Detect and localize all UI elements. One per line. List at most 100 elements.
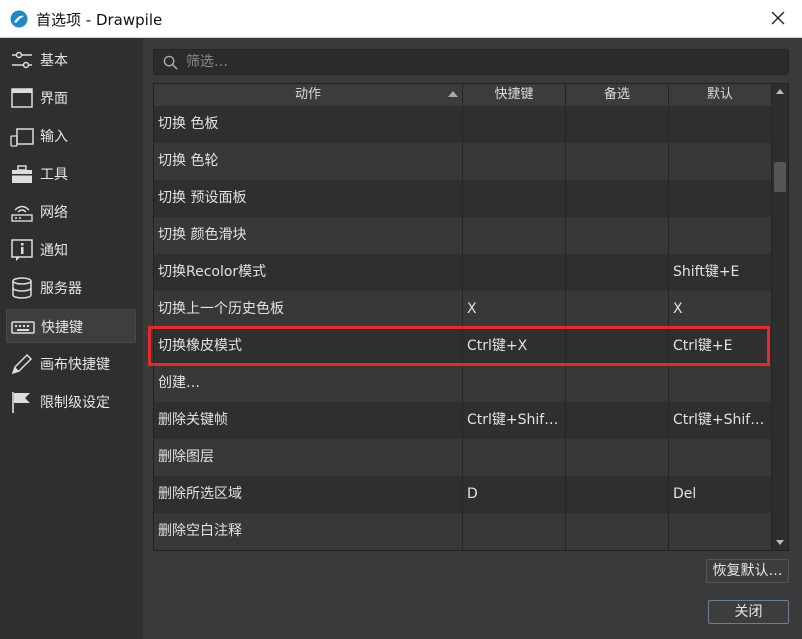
cell-default: X [669,291,772,328]
sidebar-item-label: 工具 [40,167,68,183]
sidebar-item-label: 通知 [40,243,68,259]
scroll-up-arrow-icon[interactable] [772,84,788,100]
search-icon [163,55,178,70]
sidebar-item-label: 服务器 [40,281,82,297]
table-row[interactable]: 删除关键帧 Ctrl键+Shif… Ctrl键+Shif… [154,402,772,439]
column-header-label: 动作 [294,87,321,102]
cell-shortcut: D [463,476,566,513]
table-row[interactable]: 删除所选区域 D Del [154,476,772,513]
sidebar-item-label: 限制级设定 [40,395,110,411]
filter-box [153,49,789,75]
sidebar-item-input[interactable]: 输入 [6,119,136,153]
scrollbar-thumb[interactable] [774,162,786,192]
toolbox-icon [12,165,32,183]
sidebar-item-label: 快捷键 [41,320,83,336]
table-row[interactable]: 切换Recolor模式 Shift键+E [154,254,772,291]
column-header-shortcut[interactable]: 快捷键 [463,84,566,106]
cell-shortcut [463,106,566,143]
cell-alternate [566,365,669,402]
column-header-default[interactable]: 默认 [669,84,772,106]
cell-shortcut [463,254,566,291]
cell-action: 创建… [154,365,463,402]
keyboard-icon [11,321,35,334]
cell-alternate [566,439,669,476]
table-row[interactable]: 切换 色轮 [154,143,772,180]
sidebar-item-tools[interactable]: 工具 [6,157,136,191]
table-row[interactable]: 切换 颜色滑块 [154,217,772,254]
cell-alternate [566,180,669,217]
sidebar-item-general[interactable]: 基本 [6,43,136,77]
cell-alternate [566,254,669,291]
sidebar-item-servers[interactable]: 服务器 [6,271,136,305]
cell-alternate [566,291,669,328]
cell-default: Shift键+E [669,254,772,291]
table-row[interactable]: 删除图层 [154,439,772,476]
cell-default: Ctrl键+Shif… [669,402,772,439]
cell-action: 切换 色板 [154,106,463,143]
cell-action: 切换Recolor模式 [154,254,463,291]
cell-alternate [566,476,669,513]
table-header: 动作 快捷键 备选 默认 [154,84,772,107]
sidebar-item-notifications[interactable]: 通知 [6,233,136,267]
cell-shortcut: X [463,291,566,328]
cell-alternate [566,106,669,143]
close-window-icon[interactable] [768,8,788,28]
cell-shortcut: Ctrl键+Shif… [463,402,566,439]
sidebar-item-parental-controls[interactable]: 限制级设定 [6,385,136,419]
preferences-main-panel: 动作 快捷键 备选 默认 切换 色板切换 色轮切换 预设面板切换 颜色滑块切换R… [143,38,802,639]
shortcuts-table: 动作 快捷键 备选 默认 切换 色板 切换 色轮 切换 预设面板 切换 颜色滑块 切换R… [153,83,789,551]
info-icon [11,239,33,261]
sidebar-item-interface[interactable]: 界面 [6,81,136,115]
table-row[interactable]: 切换 预设面板 [154,180,772,217]
scroll-down-arrow-icon[interactable] [772,534,788,550]
cell-alternate [566,217,669,254]
cell-alternate [566,328,669,365]
sidebar-item-network[interactable]: 网络 [6,195,136,229]
table-row[interactable]: 切换 色板 [154,106,772,143]
cell-default [669,513,772,550]
column-header-label: 默认 [706,87,733,102]
cell-alternate [566,513,669,550]
flag-icon [12,392,30,413]
table-row[interactable]: 删除空白注释 [154,513,772,550]
cell-shortcut [463,513,566,550]
table-row[interactable]: 切换上一个历史色板 X X [154,291,772,328]
column-header-action[interactable]: 动作 [154,84,463,106]
sort-ascending-icon [448,91,458,97]
cell-action: 切换 预设面板 [154,180,463,217]
cell-alternate [566,402,669,439]
column-header-label: 备选 [603,87,630,102]
sidebar-item-shortcuts[interactable]: 快捷键 [6,309,136,343]
cell-shortcut [463,143,566,180]
cell-shortcut [463,439,566,476]
filter-input[interactable] [186,52,776,72]
cell-shortcut: Ctrl键+X [463,328,566,365]
sidebar-item-canvas-shortcuts[interactable]: 画布快捷键 [6,347,136,381]
cell-default [669,143,772,180]
table-row[interactable]: 创建… [154,365,772,402]
table-row[interactable]: 切换橡皮模式 Ctrl键+X Ctrl键+E [154,328,772,365]
vertical-scrollbar[interactable] [772,84,788,550]
drawpile-app-icon [10,10,28,28]
sidebar-item-label: 基本 [40,53,68,69]
window-icon [11,88,33,108]
cell-action: 删除所选区域 [154,476,463,513]
window-title: 首选项 - Drawpile [36,11,163,29]
title-bar: 首选项 - Drawpile [0,0,802,38]
sidebar-item-label: 界面 [40,91,68,107]
restore-defaults-button[interactable]: 恢复默认… [706,559,789,583]
router-icon [11,205,33,222]
cell-alternate [566,143,669,180]
cell-default: Del [669,476,772,513]
sidebar-item-label: 画布快捷键 [40,357,110,373]
close-button[interactable]: 关闭 [708,600,789,624]
cell-default [669,106,772,143]
preferences-sidebar: 基本 界面 输入 工具 网络 通知 服务器 快捷键 画布快捷键 限制级设定 [0,38,143,639]
cell-action: 删除空白注释 [154,513,463,550]
cell-default [669,365,772,402]
column-header-label: 快捷键 [494,87,534,102]
cell-action: 切换橡皮模式 [154,328,463,365]
cell-action: 切换上一个历史色板 [154,291,463,328]
cell-action: 删除图层 [154,439,463,476]
column-header-alternate[interactable]: 备选 [566,84,669,106]
